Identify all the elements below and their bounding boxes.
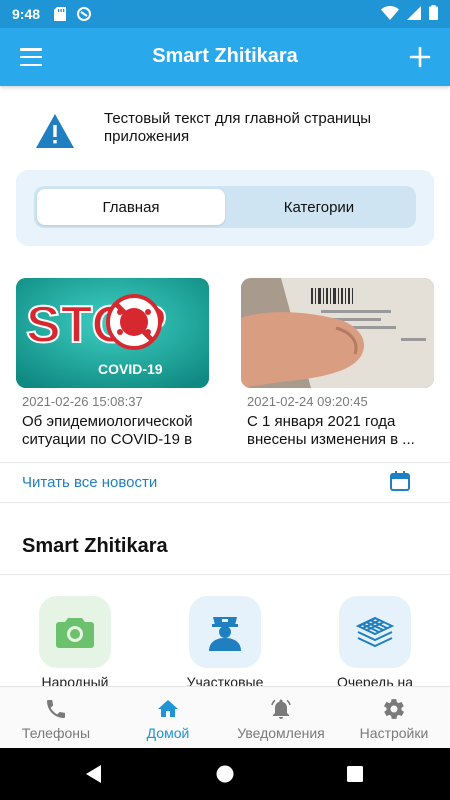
service-tile[interactable]: Очередь на — [337, 596, 413, 690]
nav-label: Уведомления — [237, 725, 325, 741]
gear-icon — [384, 699, 404, 719]
nav-label: Домой — [146, 725, 190, 741]
nav-item-settings[interactable]: Настройки — [338, 687, 450, 749]
nav-label: Настройки — [359, 725, 429, 741]
segmented-control: Главная Категории — [34, 186, 416, 228]
nav-item-home[interactable]: Домой — [112, 687, 224, 749]
camera-icon — [39, 596, 111, 668]
nav-label: Телефоны — [21, 725, 91, 741]
service-tile[interactable]: Народный — [39, 596, 111, 690]
document-in-hand-image — [241, 278, 434, 388]
warning-icon — [34, 112, 76, 150]
battery-icon — [429, 5, 438, 23]
calendar-icon[interactable] — [389, 470, 411, 492]
data-saver-icon — [76, 6, 92, 22]
news-title: С 1 января 2021 года внесены изменения в… — [247, 413, 415, 448]
news-card[interactable]: STOP COVID-19 2021-02-26 15:08:37 Об эпи… — [16, 278, 209, 449]
divider — [0, 574, 450, 575]
signal-icon — [407, 5, 421, 23]
system-navigation-bar — [0, 748, 450, 800]
notice-text: Тестовый текст для главной страницы прил… — [104, 110, 372, 145]
divider — [0, 502, 450, 503]
news-card[interactable]: 2021-02-24 09:20:45 С 1 января 2021 года… — [241, 278, 434, 449]
bottom-navigation: Телефоны Домой Уведомления Настройки — [0, 686, 450, 748]
tab-main[interactable]: Главная — [37, 189, 225, 225]
back-icon[interactable] — [82, 762, 106, 786]
segment-container: Главная Категории — [16, 170, 434, 246]
app-title: Smart Zhitikara — [152, 45, 298, 67]
stop-covid-19-image: STOP COVID-19 — [16, 278, 209, 388]
news-title: Об эпидемиологической ситуации по COVID-… — [22, 413, 193, 448]
layers-queue-icon — [339, 596, 411, 668]
nav-item-phones[interactable]: Телефоны — [0, 687, 112, 749]
notice-banner: Тестовый текст для главной страницы прил… — [0, 88, 450, 170]
service-tile[interactable]: Участковые — [187, 596, 263, 690]
read-all-news-link[interactable]: Читать все новости — [22, 474, 157, 491]
nav-item-notifications[interactable]: Уведомления — [225, 687, 337, 749]
recents-icon[interactable] — [343, 762, 367, 786]
section-title: Smart Zhitikara — [22, 535, 168, 557]
divider — [0, 462, 450, 463]
wifi-icon — [381, 5, 399, 23]
sd-card-icon — [52, 6, 68, 22]
bell-icon — [271, 699, 291, 719]
tab-categories[interactable]: Категории — [225, 189, 413, 225]
status-bar: 9:48 — [0, 0, 450, 28]
home-icon — [158, 700, 178, 717]
police-officer-icon — [189, 596, 261, 668]
status-time: 9:48 — [12, 6, 41, 22]
phone-icon — [47, 700, 65, 718]
home-circle-icon[interactable] — [213, 762, 237, 786]
news-date: 2021-02-24 09:20:45 — [247, 394, 368, 409]
svg-text:COVID-19: COVID-19 — [98, 361, 163, 377]
app-bar: Smart Zhitikara — [0, 28, 450, 86]
plus-icon[interactable] — [406, 43, 434, 71]
news-date: 2021-02-26 15:08:37 — [22, 394, 143, 409]
